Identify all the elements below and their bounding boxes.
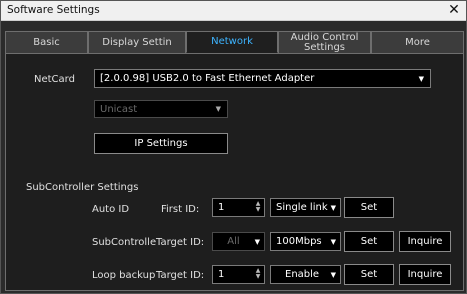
subcontroller-inquire-button[interactable]: Inquire xyxy=(399,231,451,252)
close-icon[interactable]: ✕ xyxy=(446,2,462,18)
subcontroller-section-label: SubController Settings xyxy=(26,182,139,193)
first-id-label: First ID: xyxy=(161,204,200,215)
loop-backup-mode-dropdown[interactable]: Enable ▼ xyxy=(270,265,341,284)
speed-value: 100Mbps xyxy=(276,236,322,247)
cast-mode-value: Unicast xyxy=(100,103,138,115)
title-bar: Software Settings ✕ xyxy=(1,1,466,21)
speed-dropdown[interactable]: 100Mbps ▼ xyxy=(270,232,341,251)
link-mode-dropdown[interactable]: Single link ▼ xyxy=(270,198,341,217)
chevron-down-icon: ▼ xyxy=(330,270,336,279)
subcontroller-target-value: All xyxy=(227,236,240,247)
tab-display-settings[interactable]: Display Settin xyxy=(88,31,186,53)
tab-basic[interactable]: Basic xyxy=(5,31,88,53)
ip-settings-button[interactable]: IP Settings xyxy=(94,133,228,154)
spinner-arrows-icon[interactable]: ▲ ▼ xyxy=(254,268,262,281)
netcard-dropdown[interactable]: [2.0.0.98] USB2.0 to Fast Ethernet Adapt… xyxy=(94,69,431,88)
netcard-value: [2.0.0.98] USB2.0 to Fast Ethernet Adapt… xyxy=(100,73,315,84)
chevron-down-icon: ▼ xyxy=(418,74,424,83)
subcontroller-target-dropdown[interactable]: All ▼ xyxy=(212,232,265,251)
tab-bar: Basic Display Settin Network Audio Contr… xyxy=(5,31,464,53)
chevron-down-icon: ▼ xyxy=(215,105,221,113)
subcontroller-set-button[interactable]: Set xyxy=(344,231,394,252)
first-id-value: 1 xyxy=(218,202,225,213)
tab-audio-control-settings[interactable]: Audio Control Settings xyxy=(278,31,371,53)
loop-backup-mode-value: Enable xyxy=(285,269,320,280)
subcontroller-row-label: SubControlle xyxy=(92,237,157,248)
window-title: Software Settings xyxy=(7,4,100,16)
loop-backup-label: Loop backup xyxy=(92,270,156,281)
spinner-arrows-icon[interactable]: ▲ ▼ xyxy=(254,201,262,214)
auto-id-set-button[interactable]: Set xyxy=(344,197,394,218)
link-mode-value: Single link xyxy=(276,202,328,213)
loop-backup-set-button[interactable]: Set xyxy=(344,264,394,285)
tab-network[interactable]: Network xyxy=(186,31,278,53)
netcard-label: NetCard xyxy=(34,74,75,85)
auto-id-label: Auto ID xyxy=(92,204,130,215)
first-id-input[interactable]: 1 ▲ ▼ xyxy=(212,198,265,217)
network-panel: NetCard [2.0.0.98] USB2.0 to Fast Ethern… xyxy=(5,53,464,291)
loop-backup-target-value: 1 xyxy=(218,269,225,280)
settings-window: Software Settings ✕ Basic Display Settin… xyxy=(0,0,467,294)
chevron-down-icon: ▼ xyxy=(330,237,336,246)
subcontroller-target-id-label: Target ID: xyxy=(156,237,205,248)
loop-backup-target-input[interactable]: 1 ▲ ▼ xyxy=(212,265,265,284)
chevron-down-icon: ▼ xyxy=(254,237,260,246)
cast-mode-dropdown[interactable]: Unicast ▼ xyxy=(94,100,228,118)
tab-more[interactable]: More xyxy=(371,31,464,53)
loop-backup-target-id-label: Target ID: xyxy=(156,270,205,281)
loop-backup-inquire-button[interactable]: Inquire xyxy=(399,264,451,285)
chevron-down-icon: ▼ xyxy=(330,203,336,212)
